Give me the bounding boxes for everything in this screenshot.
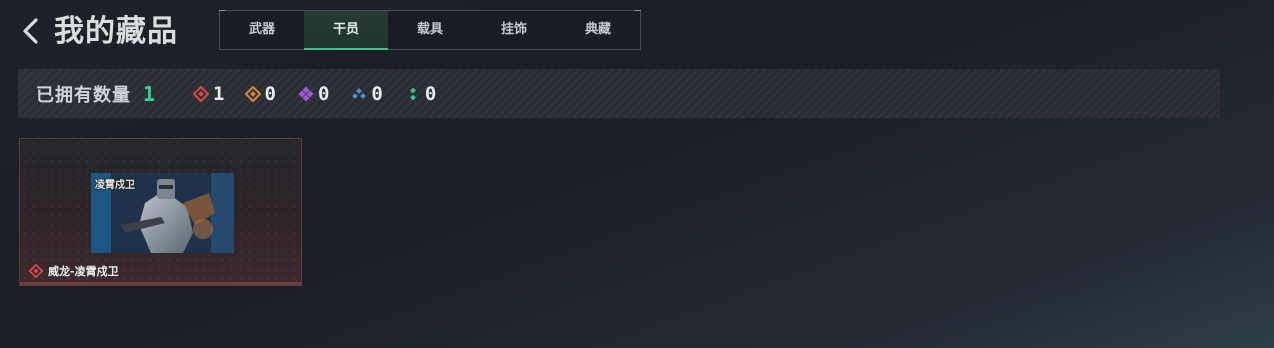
- operator-name: 威龙-凌霄戍卫: [48, 265, 119, 278]
- rarity-red: 1: [193, 82, 225, 105]
- operator-art-title: 凌霄戍卫: [95, 180, 135, 191]
- blue-triangle-icon: [352, 87, 367, 99]
- card-rarity-strip: [20, 282, 301, 285]
- rarity-green-count: 0: [424, 82, 437, 105]
- chevron-left-icon: [23, 18, 38, 44]
- tab-charms[interactable]: 挂饰: [472, 11, 556, 49]
- red-diamond-icon: [193, 85, 210, 102]
- tab-collection[interactable]: 典藏: [556, 11, 640, 49]
- operator-portrait: 凌霄戍卫: [91, 173, 234, 253]
- purple-diamond-icon: [298, 85, 314, 102]
- orange-diamond-icon: [244, 85, 261, 102]
- tab-weapons[interactable]: 武器: [220, 11, 304, 49]
- owned-count: 1: [143, 81, 156, 106]
- green-dots-icon: [410, 87, 416, 100]
- rarity-blue-count: 0: [371, 82, 383, 105]
- rarity-orange-count: 0: [264, 82, 276, 105]
- operator-card[interactable]: 凌霄戍卫 威龙-凌霄戍卫: [19, 138, 302, 286]
- rarity-red-count: 1: [213, 82, 225, 105]
- owned-label: 已拥有数量: [36, 84, 131, 106]
- rarity-orange: 0: [244, 82, 276, 105]
- rarity-purple-count: 0: [317, 82, 330, 105]
- red-diamond-icon: [29, 264, 43, 278]
- tab-operators[interactable]: 干员: [304, 11, 388, 50]
- page-title: 我的藏品: [54, 14, 178, 49]
- rarity-green: 0: [405, 83, 436, 105]
- tab-vehicles[interactable]: 载具: [388, 11, 472, 49]
- back-button[interactable]: [20, 16, 42, 46]
- rarity-purple: 0: [298, 83, 329, 105]
- category-tabs: 武器 干员 载具 挂饰 典藏: [219, 10, 641, 50]
- owned-stats-bar: 已拥有数量 1 1 0 0 0 0: [18, 69, 1220, 118]
- rarity-blue: 0: [351, 82, 383, 105]
